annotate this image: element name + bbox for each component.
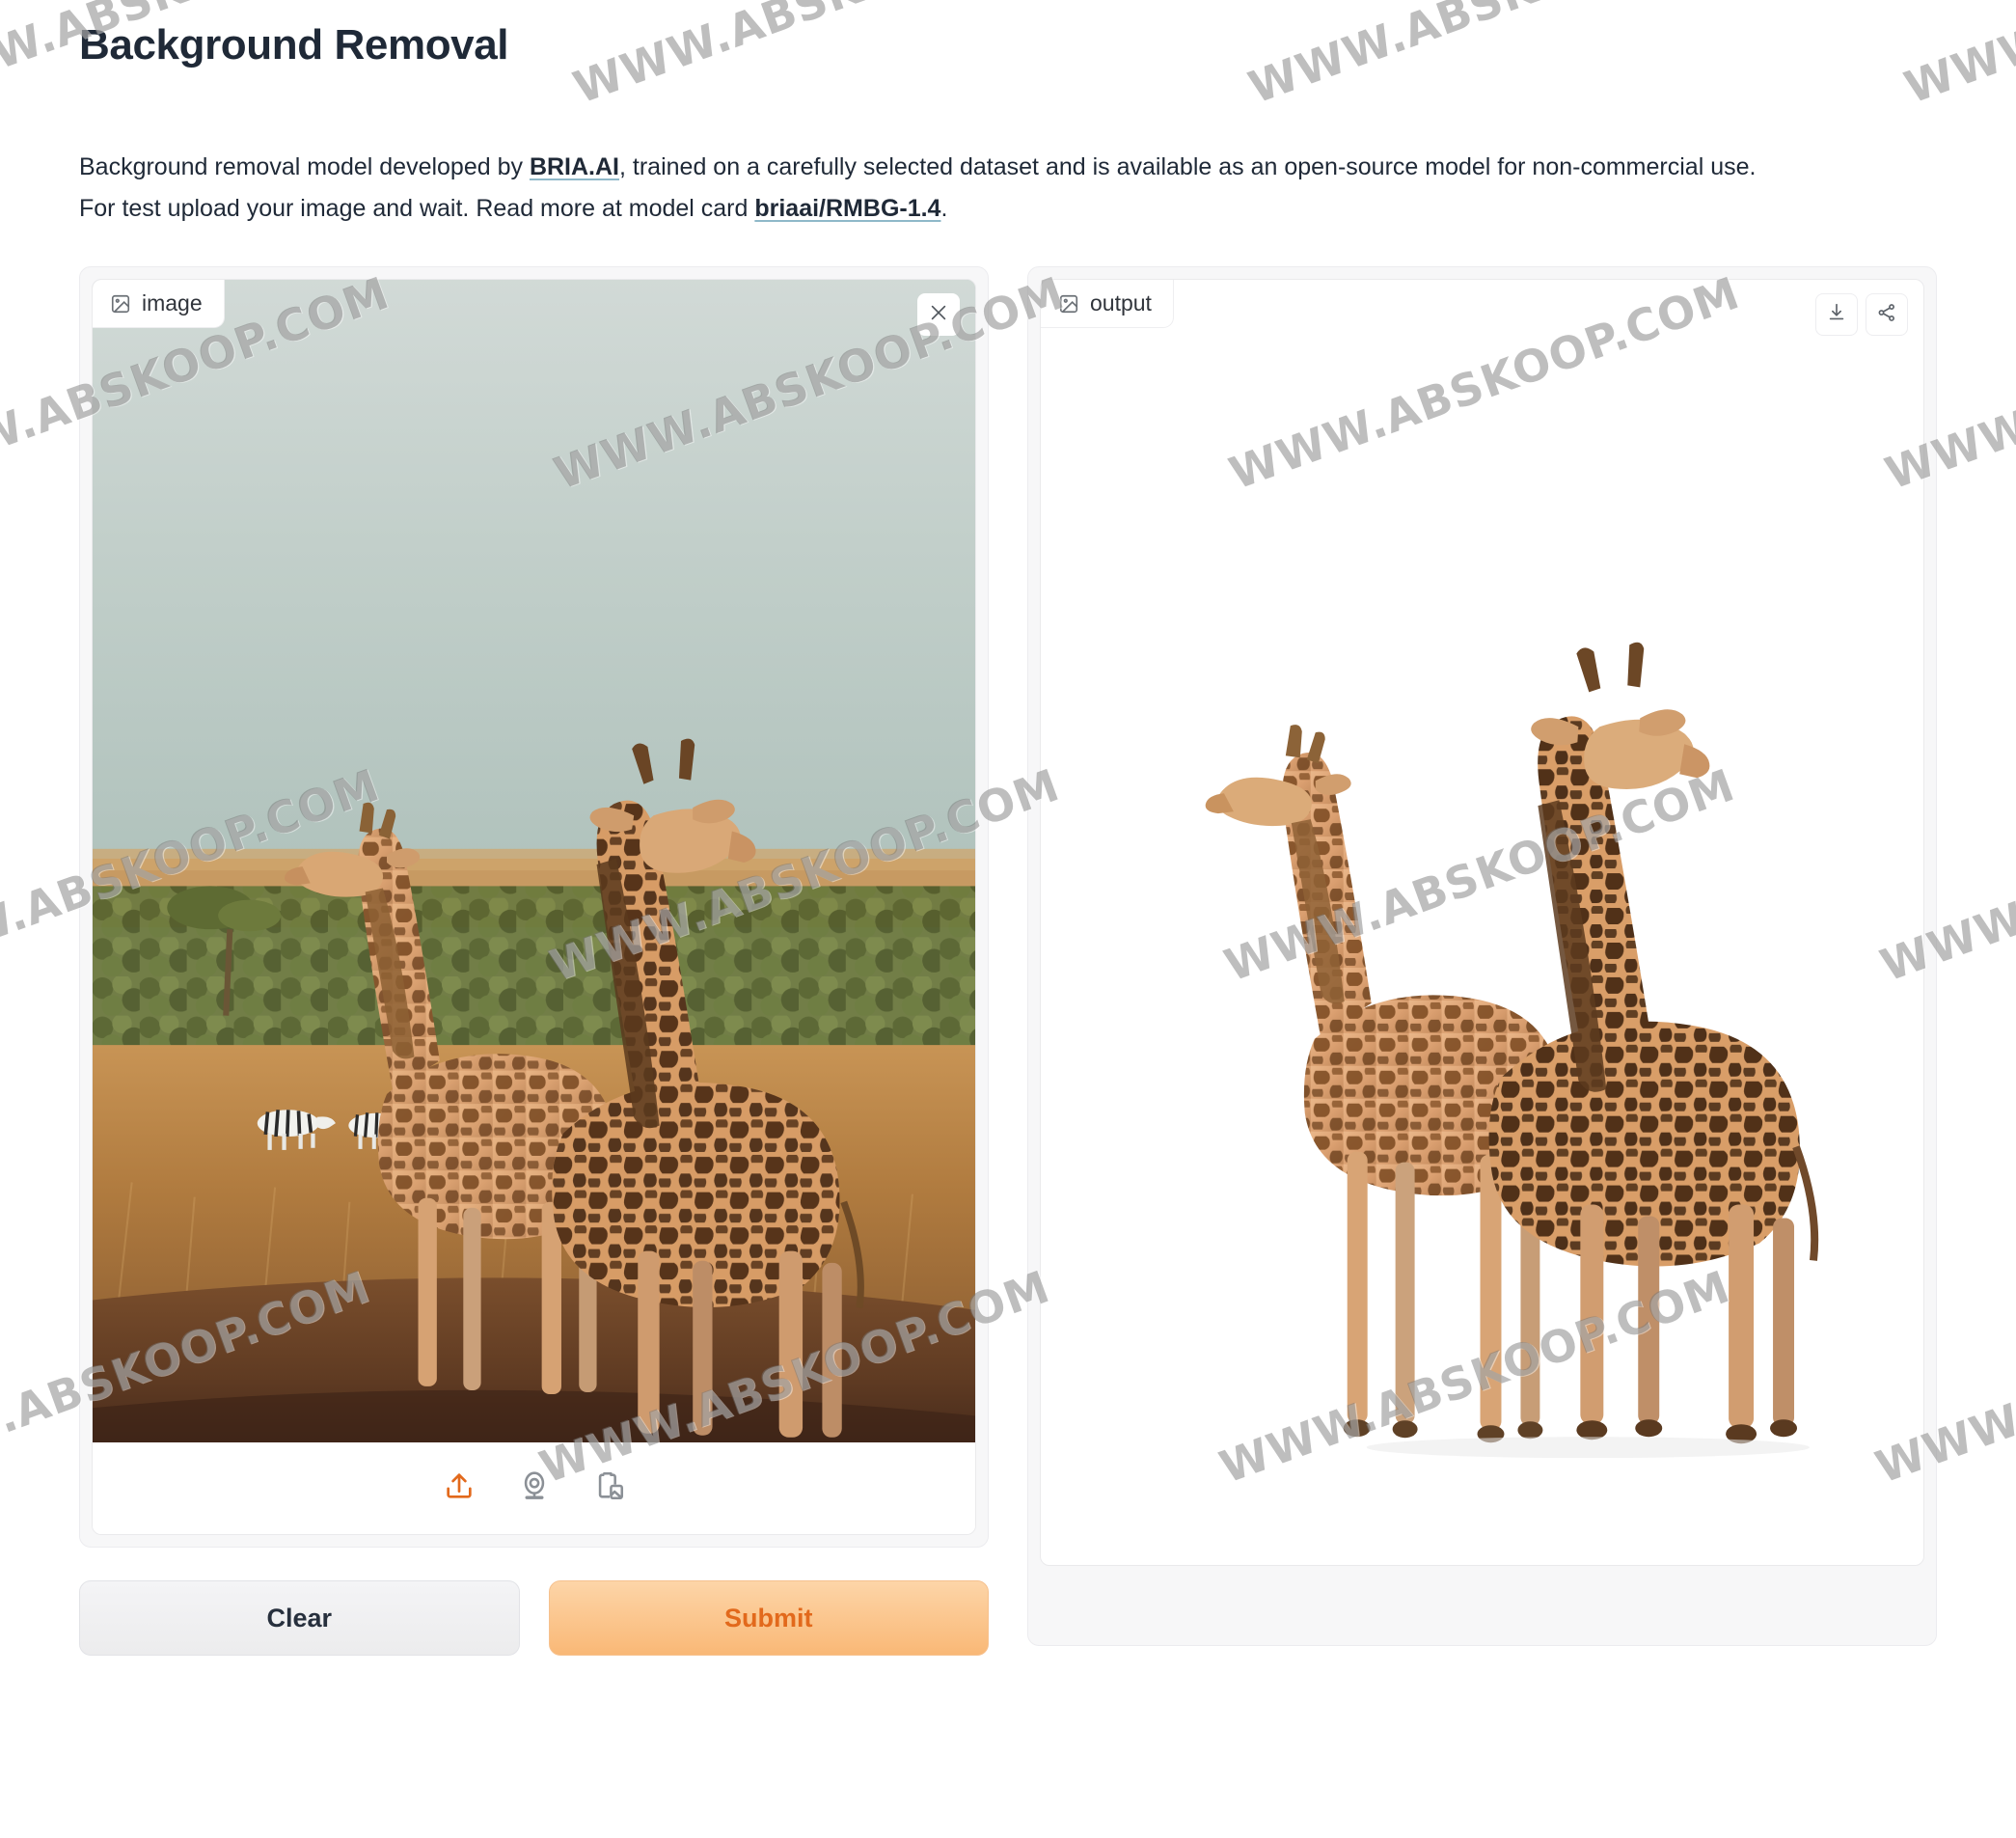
upload-button[interactable] [434, 1464, 484, 1514]
clear-image-button[interactable] [917, 293, 960, 336]
input-column: image Clear Submit [79, 266, 989, 1656]
share-icon [1876, 302, 1897, 328]
input-corner-actions [917, 293, 960, 336]
description-text-1a: Background removal model developed by [79, 153, 530, 180]
share-button[interactable] [1866, 293, 1908, 336]
action-button-row: Clear Submit [79, 1580, 989, 1656]
output-corner-actions [1815, 293, 1908, 336]
upload-icon [443, 1469, 476, 1507]
description-line-2: For test upload your image and wait. Rea… [79, 195, 947, 222]
page-title: Background Removal [79, 21, 509, 69]
webcam-button[interactable] [509, 1464, 559, 1514]
output-result-image [1041, 280, 1923, 1565]
image-source-toolbar [93, 1442, 975, 1534]
app-root: Background Removal Background removal mo… [0, 0, 2016, 1838]
watermark: WWW.ABSKOOP.COM [1898, 0, 2016, 114]
description-text-2b: . [940, 195, 948, 222]
submit-button[interactable]: Submit [548, 1580, 989, 1656]
image-icon [110, 293, 131, 315]
image-icon [1058, 293, 1079, 315]
input-block-label-text: image [142, 290, 203, 315]
clear-button[interactable]: Clear [79, 1580, 520, 1656]
close-icon [928, 302, 949, 328]
download-icon [1826, 302, 1847, 328]
output-block-label-text: output [1090, 290, 1152, 315]
output-column: output [1027, 266, 1937, 1656]
page-description: Background removal model developed by BR… [79, 147, 1912, 230]
image-output-block[interactable]: output [1040, 279, 1924, 1566]
download-button[interactable] [1815, 293, 1858, 336]
webcam-icon [518, 1469, 551, 1507]
watermark: WWW.ABSKOOP.COM [1242, 0, 1766, 114]
bria-ai-link[interactable]: BRIA.AI [530, 153, 619, 180]
output-block-label: output [1041, 280, 1174, 328]
main-columns: image Clear Submit output [0, 266, 2016, 1656]
watermark: WWW.ABSKOOP.COM [567, 0, 1091, 114]
description-text-2a: For test upload your image and wait. Rea… [79, 195, 755, 222]
input-block-label: image [93, 280, 225, 328]
description-text-1b: , trained on a carefully selected datase… [619, 153, 1757, 180]
input-photo[interactable] [93, 280, 975, 1442]
model-card-link[interactable]: briaai/RMBG-1.4 [754, 195, 940, 222]
input-block-wrapper: image [79, 266, 989, 1548]
output-block-wrapper: output [1027, 266, 1937, 1646]
description-line-1: Background removal model developed by BR… [79, 153, 1756, 180]
paste-clipboard-button[interactable] [585, 1464, 635, 1514]
clipboard-image-icon [593, 1469, 626, 1507]
image-input-block[interactable]: image [92, 279, 976, 1535]
